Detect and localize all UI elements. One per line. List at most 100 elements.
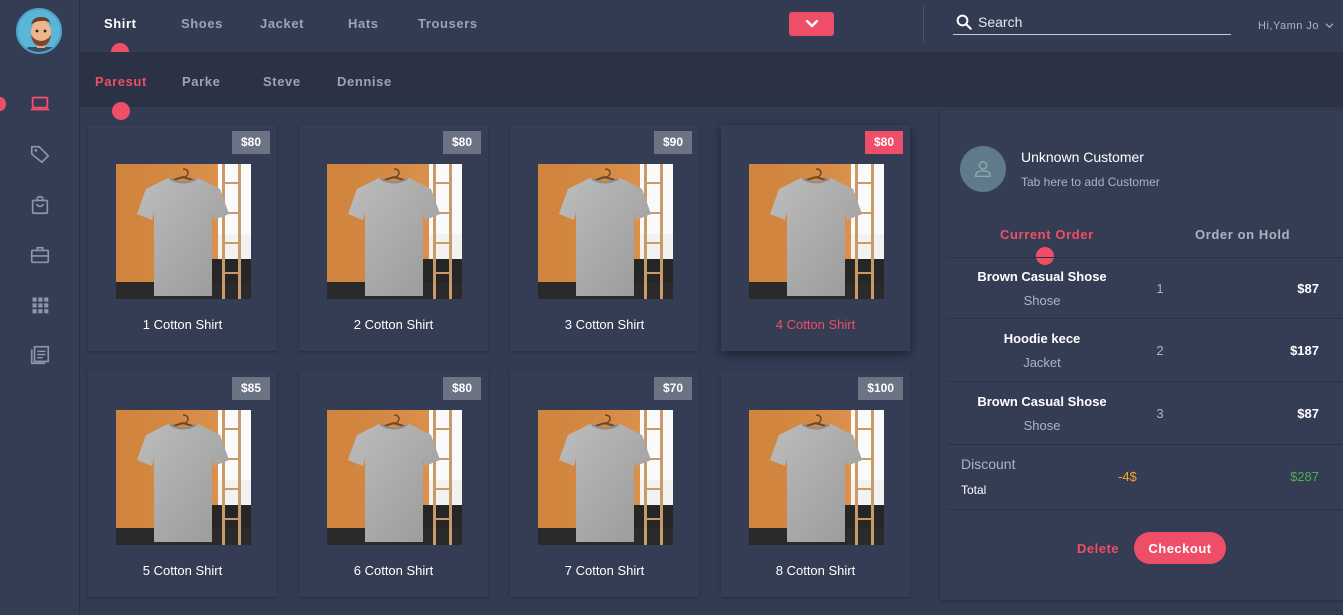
tag-icon[interactable] bbox=[28, 142, 52, 166]
product-name: 3 Cotton Shirt bbox=[564, 317, 645, 332]
product-card[interactable]: $80 2 Cotton Shirt bbox=[299, 125, 488, 351]
product-name: 1 Cotton Shirt bbox=[142, 317, 223, 332]
price-badge: $90 bbox=[653, 131, 692, 154]
t-shirt-image bbox=[749, 410, 884, 545]
sidebar bbox=[0, 0, 80, 615]
search-icon bbox=[955, 13, 973, 36]
product-image bbox=[749, 410, 884, 545]
discount-label: Discount bbox=[961, 456, 1016, 472]
t-shirt-image bbox=[538, 164, 673, 299]
tab-trousers[interactable]: Trousers bbox=[418, 16, 478, 31]
price-badge: $80 bbox=[864, 131, 903, 154]
product-image bbox=[327, 164, 462, 299]
order-item-quantity: 3 bbox=[1156, 406, 1164, 421]
tab-shoes[interactable]: Shoes bbox=[181, 16, 223, 31]
divider bbox=[923, 6, 924, 42]
search-bar[interactable] bbox=[953, 12, 1231, 35]
briefcase-icon[interactable] bbox=[28, 243, 52, 267]
order-item-price: $87 bbox=[1297, 406, 1319, 421]
checkout-button[interactable]: Checkout bbox=[1134, 532, 1226, 564]
order-item-category: Jacket bbox=[1023, 355, 1061, 370]
product-name: 5 Cotton Shirt bbox=[142, 563, 223, 578]
delete-button[interactable]: Delete bbox=[1077, 541, 1119, 556]
total-value: $287 bbox=[1290, 469, 1319, 484]
subtab-paresut[interactable]: Paresut bbox=[95, 74, 147, 89]
t-shirt-image bbox=[116, 410, 251, 545]
order-item-category: Shose bbox=[1023, 293, 1061, 308]
avatar[interactable] bbox=[16, 8, 62, 54]
product-card[interactable]: $80 6 Cotton Shirt bbox=[299, 371, 488, 597]
product-card-selected[interactable]: $80 4 Cotton Shirt bbox=[721, 125, 910, 351]
tab-current-order[interactable]: Current Order bbox=[1000, 227, 1094, 242]
document-icon[interactable] bbox=[28, 343, 52, 367]
avatar-face-icon bbox=[18, 10, 60, 52]
user-greeting: Hi,Yamn Jo bbox=[1258, 20, 1320, 32]
product-card[interactable]: $90 3 Cotton Shirt bbox=[510, 125, 699, 351]
tab-hats[interactable]: Hats bbox=[348, 16, 379, 31]
tab-shirt[interactable]: Shirt bbox=[104, 16, 137, 31]
order-item-name: Hoodie kece bbox=[1003, 331, 1081, 346]
price-badge: $80 bbox=[442, 377, 481, 400]
product-image bbox=[116, 410, 251, 545]
user-menu[interactable]: Hi,Yamn Jo bbox=[1258, 20, 1334, 32]
product-card[interactable]: $85 5 Cotton Shirt bbox=[88, 371, 277, 597]
product-name: 7 Cotton Shirt bbox=[564, 563, 645, 578]
price-badge: $80 bbox=[442, 131, 481, 154]
laptop-icon[interactable] bbox=[28, 92, 52, 116]
price-badge: $70 bbox=[653, 377, 692, 400]
chevron-down-icon bbox=[805, 19, 818, 28]
tab-order-on-hold[interactable]: Order on Hold bbox=[1195, 227, 1290, 242]
t-shirt-image bbox=[116, 164, 251, 299]
product-name: 6 Cotton Shirt bbox=[353, 563, 434, 578]
product-image bbox=[327, 410, 462, 545]
product-image bbox=[749, 164, 884, 299]
active-order-tab-indicator bbox=[1036, 247, 1054, 265]
order-item-name: Brown Casual Shose bbox=[977, 269, 1107, 284]
search-input[interactable] bbox=[978, 14, 1228, 30]
divider bbox=[948, 257, 1343, 258]
price-badge: $85 bbox=[231, 377, 270, 400]
t-shirt-image bbox=[327, 410, 462, 545]
add-customer-link[interactable]: Tab here to add Customer bbox=[1021, 175, 1160, 189]
product-image bbox=[116, 164, 251, 299]
t-shirt-image bbox=[538, 410, 673, 545]
order-item-quantity: 1 bbox=[1156, 281, 1164, 296]
product-card[interactable]: $100 8 Cotton Shirt bbox=[721, 371, 910, 597]
customer-avatar[interactable] bbox=[960, 146, 1006, 192]
tab-jacket[interactable]: Jacket bbox=[260, 16, 304, 31]
chevron-down-icon bbox=[1325, 23, 1334, 29]
price-badge: $100 bbox=[858, 377, 903, 400]
user-icon bbox=[974, 160, 992, 178]
grid-icon[interactable] bbox=[28, 293, 52, 317]
t-shirt-image bbox=[327, 164, 462, 299]
divider bbox=[948, 318, 1343, 319]
product-card[interactable]: $80 1 Cotton Shirt bbox=[88, 125, 277, 351]
order-item-category: Shose bbox=[1023, 418, 1061, 433]
order-item-name: Brown Casual Shose bbox=[977, 394, 1107, 409]
product-name: 8 Cotton Shirt bbox=[775, 563, 856, 578]
discount-value: -4$ bbox=[1118, 469, 1137, 484]
product-card[interactable]: $70 7 Cotton Shirt bbox=[510, 371, 699, 597]
order-item-price: $87 bbox=[1297, 281, 1319, 296]
divider bbox=[948, 509, 1343, 510]
order-panel: Unknown Customer Tab here to add Custome… bbox=[940, 110, 1343, 600]
product-image bbox=[538, 164, 673, 299]
shopping-bag-icon[interactable] bbox=[28, 193, 52, 217]
divider bbox=[948, 444, 1343, 445]
customer-name: Unknown Customer bbox=[1021, 149, 1144, 165]
active-subtab-indicator bbox=[112, 102, 130, 120]
subtab-steve[interactable]: Steve bbox=[263, 74, 301, 89]
total-label: Total bbox=[961, 483, 987, 497]
subtab-dennise[interactable]: Dennise bbox=[337, 74, 392, 89]
order-item-quantity: 2 bbox=[1156, 343, 1164, 358]
subtab-parke[interactable]: Parke bbox=[182, 74, 220, 89]
product-image bbox=[538, 410, 673, 545]
price-badge: $80 bbox=[231, 131, 270, 154]
product-name: 2 Cotton Shirt bbox=[353, 317, 434, 332]
active-indicator bbox=[0, 97, 6, 111]
divider bbox=[948, 381, 1343, 382]
t-shirt-image bbox=[749, 164, 884, 299]
product-name: 4 Cotton Shirt bbox=[775, 317, 856, 332]
category-dropdown-button[interactable] bbox=[789, 12, 834, 36]
sub-navigation: Paresut Parke Steve Dennise bbox=[80, 52, 1343, 120]
